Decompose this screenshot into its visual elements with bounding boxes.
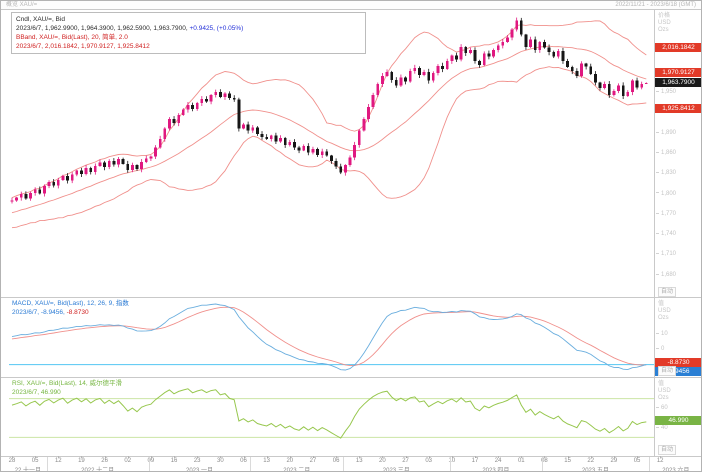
macd-axis-tick: 10 <box>656 331 698 337</box>
week-label: 24 <box>495 458 502 464</box>
week-label: 12 <box>55 458 62 464</box>
window-date-range: 2022/11/21 - 2023/6/18 (GMT) <box>615 1 696 9</box>
week-label: 05 <box>634 458 641 464</box>
window-title: 概览 XAU/= <box>6 1 37 9</box>
legend-instrument: Cndl, XAU/=, Bid <box>16 15 361 24</box>
rsi-values: 2023/6/7, 46.990 <box>12 388 122 397</box>
y-axis-tick: 1,740 <box>656 231 698 237</box>
week-label: 12 <box>657 458 664 464</box>
scale-mode-auto-macd[interactable]: 自动 <box>658 366 676 376</box>
month-separator <box>450 457 451 472</box>
macd-params: MACD, XAU/=, Bid(Last), 12, 26, 9, 指数 <box>12 299 129 308</box>
y-axis-tick: 1,800 <box>656 191 698 197</box>
month-separator <box>250 457 251 472</box>
pane-border-rsi <box>1 377 701 378</box>
month-separator <box>47 457 48 472</box>
week-label: 06 <box>240 458 247 464</box>
bb-upper-label: 2,016.1842 <box>655 43 702 52</box>
month-separator <box>649 457 650 472</box>
week-label: 30 <box>217 458 224 464</box>
week-label: 13 <box>263 458 270 464</box>
month-separator <box>149 457 150 472</box>
week-label: 27 <box>402 458 409 464</box>
chart-window: 概览 XAU/= 2022/11/21 - 2023/6/18 (GMT) Cn… <box>0 0 702 472</box>
rsi-axis-tick: 40 <box>656 425 698 431</box>
week-label: 13 <box>356 458 363 464</box>
macd-axis-title: 值 USD Ozs <box>658 301 671 322</box>
week-label: 26 <box>101 458 108 464</box>
scale-mode-auto-main[interactable]: 自动 <box>658 287 676 297</box>
month-label: 2023 四月 <box>482 465 509 472</box>
rsi-axis-tick: 60 <box>656 405 698 411</box>
week-label: 19 <box>78 458 85 464</box>
month-label: 2022 十二月 <box>81 465 114 472</box>
week-label: 15 <box>564 458 571 464</box>
time-axis[interactable]: 2805121926020916233006132027061320270310… <box>1 457 702 472</box>
pane-border-macd <box>1 297 701 298</box>
week-label: 29 <box>611 458 618 464</box>
week-label: 02 <box>124 458 131 464</box>
scale-mode-auto-rsi[interactable]: 自动 <box>658 445 676 455</box>
bb-mid-label: 1,970.9127 <box>655 68 702 77</box>
y-axis-tick: 1,770 <box>656 211 698 217</box>
y-axis-tick: 1,950 <box>656 89 698 95</box>
legend-bband-params: BBand, XAU/=, Bid(Last), 20, 简单, 2.0 <box>16 33 361 42</box>
month-label: 2023 一月 <box>186 465 213 472</box>
bb-lower-label: 1,925.8412 <box>655 104 702 113</box>
week-label: 06 <box>333 458 340 464</box>
main-axis-title: 价格 USD Ozs <box>658 13 671 34</box>
week-label: 27 <box>310 458 317 464</box>
y-axis-tick: 1,680 <box>656 272 698 278</box>
week-label: 20 <box>379 458 386 464</box>
macd-axis-tick: 0 <box>656 346 698 352</box>
y-axis-tick: 1,890 <box>656 130 698 136</box>
week-label: 20 <box>286 458 293 464</box>
rsi-legend: RSI, XAU/=, Bid(Last), 14, 威尔德平滑 2023/6/… <box>12 379 122 397</box>
week-label: 16 <box>171 458 178 464</box>
week-label: 28 <box>9 458 16 464</box>
month-label: 22 十一月 <box>15 465 41 472</box>
month-label: 2023 二月 <box>283 465 310 472</box>
legend-bband-values: 2023/6/7, 2,016.1842, 1,970.9127, 1,925.… <box>16 42 361 51</box>
y-axis-tick: 1,710 <box>656 251 698 257</box>
week-label: 17 <box>472 458 479 464</box>
macd-values: 2023/6/7, -8.9456, -8.8730 <box>12 308 129 317</box>
last-price-label: 1,963.7900 <box>655 78 702 87</box>
month-label: 2023 五月 <box>582 465 609 472</box>
legend-change: +0.9425, (+0.05%) <box>188 25 244 32</box>
month-separator <box>343 457 344 472</box>
macd-legend: MACD, XAU/=, Bid(Last), 12, 26, 9, 指数 20… <box>12 299 129 317</box>
rsi-params: RSI, XAU/=, Bid(Last), 14, 威尔德平滑 <box>12 379 122 388</box>
price-chart-svg <box>1 1 702 472</box>
month-separator <box>542 457 543 472</box>
month-label: 2023 三月 <box>383 465 410 472</box>
rsi-value-label: 46.990 <box>655 416 702 425</box>
main-legend-box: Cndl, XAU/=, Bid 2023/6/7, 1,962.9900, 1… <box>11 12 366 54</box>
legend-ohlc: 2023/6/7, 1,962.9900, 1,964.3900, 1,962.… <box>16 24 361 33</box>
week-label: 01 <box>518 458 525 464</box>
week-label: 22 <box>587 458 594 464</box>
month-label: 2023 六月 <box>662 465 689 472</box>
week-label: 05 <box>32 458 39 464</box>
title-bar: 概览 XAU/= 2022/11/21 - 2023/6/18 (GMT) <box>1 1 701 10</box>
y-axis-tick: 1,860 <box>656 150 698 156</box>
rsi-axis-title: 值 USD Ozs <box>658 381 671 402</box>
week-label: 23 <box>194 458 201 464</box>
y-axis-tick: 1,830 <box>656 170 698 176</box>
week-label: 03 <box>425 458 432 464</box>
